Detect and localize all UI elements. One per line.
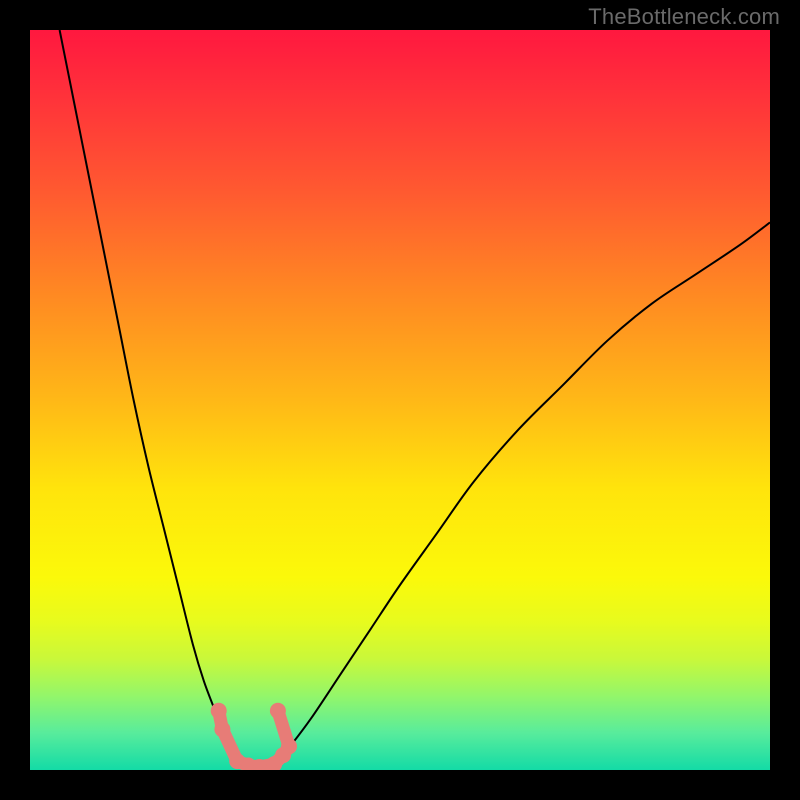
bead-point (270, 703, 286, 719)
chart-frame: TheBottleneck.com (0, 0, 800, 800)
right-curve (274, 222, 770, 766)
curves-svg (30, 30, 770, 770)
bead-cluster (211, 703, 297, 770)
watermark-text: TheBottleneck.com (588, 4, 780, 30)
plot-area (30, 30, 770, 770)
left-curve (60, 30, 245, 766)
